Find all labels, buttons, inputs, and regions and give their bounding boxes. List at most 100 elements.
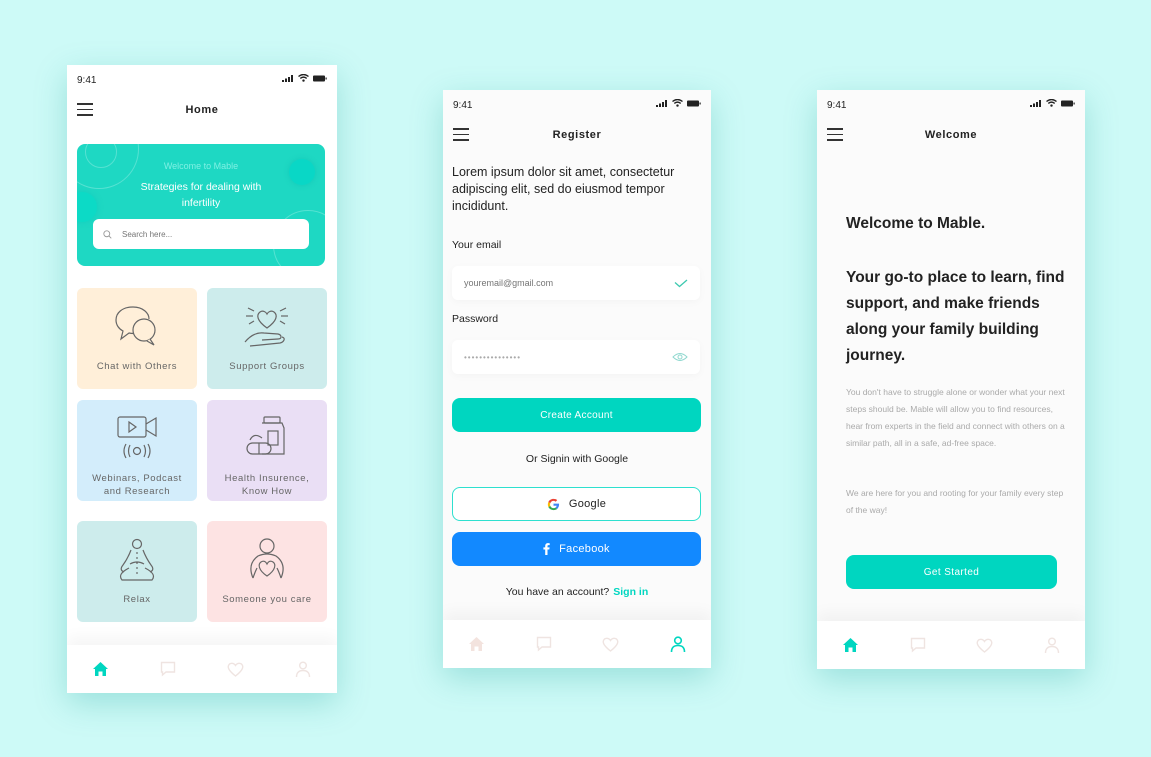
welcome-paragraph-1: You don't have to struggle alone or wond…: [846, 387, 1065, 448]
or-signin-text: Or Signin with Google: [525, 453, 629, 465]
chat-icon: [536, 636, 551, 652]
heart-icon: [227, 662, 244, 677]
page-title: Register: [552, 129, 602, 141]
status-bar: 9:41: [817, 90, 1085, 120]
search-input[interactable]: [122, 229, 292, 239]
home-icon: [843, 638, 858, 652]
heart-icon: [976, 638, 993, 653]
header: Register: [443, 124, 711, 148]
password-field[interactable]: [452, 340, 700, 374]
welcome-tagline: Your go-to place to learn, find support,…: [846, 269, 1065, 364]
welcome-banner: Welcome to Mable Strategies for dealing …: [77, 144, 325, 266]
chat-bubbles-icon: [115, 306, 156, 346]
email-field[interactable]: [452, 266, 700, 300]
signal-icon: [1030, 99, 1041, 107]
get-started-button[interactable]: Get Started: [846, 555, 1057, 589]
search-bar[interactable]: [93, 219, 309, 249]
google-signin-button[interactable]: Google: [452, 487, 701, 521]
page-title: Welcome: [924, 129, 978, 141]
tile-label: Someone you care: [222, 594, 312, 605]
google-button-label: Google: [568, 498, 607, 510]
person-heart-icon: [250, 538, 284, 579]
search-icon: [103, 229, 112, 239]
facebook-icon: [543, 543, 550, 555]
signal-icon: [656, 99, 667, 107]
heart-hand-icon: [244, 307, 288, 347]
home-screen: 9:41 Home Welcome to Mable Strategies fo…: [67, 65, 337, 693]
tile-support-groups[interactable]: Support Groups: [207, 288, 327, 389]
welcome-heading: Welcome to Mable.: [846, 215, 986, 232]
tile-label: Health Insurence, Know How: [224, 473, 310, 497]
medicine-icon: [246, 416, 285, 455]
nav-chat[interactable]: [532, 632, 556, 656]
nav-favorites[interactable]: [599, 632, 623, 656]
welcome-paragraph-2: We are here for you and rooting for your…: [846, 488, 1064, 515]
status-time: 9:41: [453, 100, 473, 111]
user-icon: [296, 661, 311, 677]
nav-home[interactable]: [465, 632, 489, 656]
tile-label: Support Groups: [229, 361, 305, 372]
user-icon: [1044, 637, 1059, 653]
have-account-row: You have an account? Sign in: [443, 586, 711, 598]
tile-label: Webinars, Podcast and Research: [92, 473, 182, 497]
bottom-nav: [817, 621, 1085, 669]
banner-headline: Strategies for dealing with infertility: [140, 181, 262, 209]
welcome-screen: 9:41 Welcome Welcome to Mable. Your go-t…: [817, 90, 1085, 669]
tile-webinars[interactable]: Webinars, Podcast and Research: [77, 400, 197, 501]
header: Welcome: [817, 124, 1085, 148]
nav-chat[interactable]: [156, 657, 180, 681]
wifi-icon: [298, 74, 309, 82]
sign-in-link[interactable]: Sign in: [613, 586, 648, 598]
home-icon: [93, 662, 109, 676]
tile-label: Relax: [123, 594, 151, 605]
email-label: Your email: [452, 239, 502, 251]
tile-label: Chat with Others: [96, 361, 178, 372]
nav-profile[interactable]: [1040, 633, 1064, 657]
battery-icon: [687, 100, 701, 106]
intro-text: Lorem ipsum dolor sit amet, consectetur …: [452, 165, 675, 213]
signal-icon: [282, 74, 293, 82]
video-podcast-icon: [117, 416, 157, 459]
bottom-nav: [67, 645, 337, 693]
tile-health-insurance[interactable]: Health Insurence, Know How: [207, 400, 327, 501]
create-account-button[interactable]: Create Account: [452, 398, 701, 432]
check-icon: [674, 279, 688, 287]
page-title: Home: [185, 104, 219, 116]
nav-chat[interactable]: [906, 633, 930, 657]
tile-relax[interactable]: Relax: [77, 521, 197, 622]
nav-profile[interactable]: [291, 657, 315, 681]
header: Home: [67, 99, 337, 123]
status-time: 9:41: [827, 100, 847, 111]
nav-home[interactable]: [839, 633, 863, 657]
have-account-text: You have an account?: [505, 586, 610, 598]
facebook-signin-button[interactable]: Facebook: [452, 532, 701, 566]
password-input[interactable]: [464, 352, 672, 362]
wifi-icon: [672, 99, 683, 107]
nav-profile[interactable]: [666, 632, 690, 656]
battery-icon: [1061, 100, 1075, 106]
register-screen: 9:41 Register Lorem ipsum dolor sit amet…: [443, 90, 711, 668]
facebook-button-label: Facebook: [559, 543, 610, 555]
bottom-nav: [443, 620, 711, 668]
heart-icon: [602, 637, 619, 652]
meditation-icon: [119, 538, 155, 581]
status-time: 9:41: [77, 75, 97, 86]
nav-home[interactable]: [89, 657, 113, 681]
eye-icon[interactable]: [672, 352, 688, 362]
nav-favorites[interactable]: [973, 633, 997, 657]
banner-welcome-text: Welcome to Mable: [163, 161, 239, 171]
battery-icon: [313, 75, 327, 81]
email-input[interactable]: [464, 278, 674, 288]
wifi-icon: [1046, 99, 1057, 107]
home-icon: [469, 637, 484, 651]
status-bar: 9:41: [443, 90, 711, 120]
status-bar: 9:41: [67, 65, 337, 95]
user-icon: [670, 635, 685, 652]
tile-someone-you-care[interactable]: Someone you care: [207, 521, 327, 622]
chat-icon: [161, 661, 176, 677]
tile-chat-with-others[interactable]: Chat with Others: [77, 288, 197, 389]
password-label: Password: [452, 313, 499, 325]
chat-icon: [910, 637, 925, 653]
nav-favorites[interactable]: [224, 657, 248, 681]
google-icon: [547, 498, 559, 510]
